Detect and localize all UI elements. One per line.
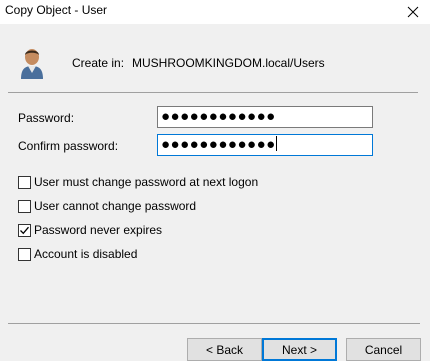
confirm-password-label: Confirm password: [18, 139, 119, 153]
password-label: Password: [18, 111, 75, 125]
option-label: Account is disabled [34, 247, 138, 261]
confirm-password-field[interactable]: ●●●●●●●●●●●● [157, 134, 373, 156]
option-cannot-change-password[interactable]: User cannot change password [18, 198, 196, 214]
checkbox[interactable] [18, 247, 31, 261]
check-icon [20, 226, 29, 234]
option-account-disabled[interactable]: Account is disabled [18, 246, 137, 262]
option-must-change-password[interactable]: User must change password at next logon [18, 174, 258, 190]
checkbox-checked[interactable] [18, 223, 31, 237]
option-label: User cannot change password [34, 199, 197, 213]
checkbox[interactable] [18, 199, 31, 213]
text-caret [275, 136, 277, 151]
title-bar: Copy Object - User [0, 0, 430, 24]
option-label: User must change password at next logon [34, 175, 259, 189]
create-in-path: MUSHROOMKINGDOM.local/Users [132, 56, 325, 70]
next-button[interactable]: Next > [262, 338, 337, 361]
header-separator [8, 92, 418, 93]
option-label: Password never expires [34, 223, 163, 237]
user-icon [21, 49, 43, 79]
close-button[interactable] [396, 0, 430, 24]
window-title: Copy Object - User [5, 3, 108, 17]
cancel-button[interactable]: Cancel [346, 338, 421, 361]
back-button[interactable]: < Back [187, 338, 262, 361]
checkbox[interactable] [18, 175, 31, 189]
create-in-label: Create in: [72, 56, 125, 70]
option-password-never-expires[interactable]: Password never expires [18, 222, 162, 238]
confirm-password-value: ●●●●●●●●●●●● [161, 136, 276, 153]
password-field[interactable]: ●●●●●●●●●●●● [157, 106, 373, 128]
close-icon [407, 6, 419, 18]
footer-separator [8, 323, 420, 324]
password-value: ●●●●●●●●●●●● [161, 108, 276, 125]
